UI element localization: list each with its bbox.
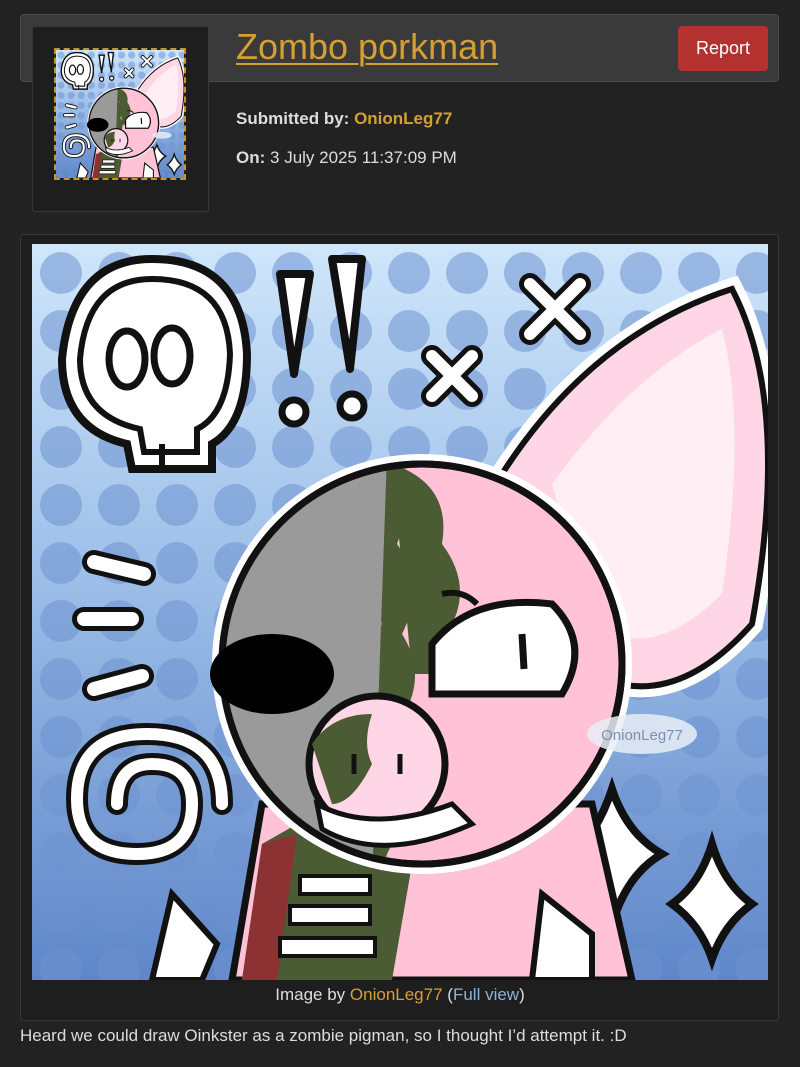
main-image[interactable]: OnionLeg77 <box>32 244 768 980</box>
caption-close-paren: ) <box>519 985 525 1004</box>
full-view-link[interactable]: Full view <box>453 985 519 1004</box>
submitted-by-label: Submitted by: <box>236 109 350 128</box>
thumbnail-image[interactable] <box>54 48 186 180</box>
submission-description: Heard we could draw Oinkster as a zombie… <box>20 1026 627 1045</box>
submission-date: On: 3 July 2025 11:37:09 PM <box>236 148 457 168</box>
date-value: 3 July 2025 11:37:09 PM <box>270 148 457 167</box>
submission-title[interactable]: Zombo porkman <box>236 26 498 68</box>
date-label: On: <box>236 148 266 167</box>
report-button[interactable]: Report <box>678 26 768 71</box>
image-caption: Image by OnionLeg77 (Full view) <box>0 985 800 1005</box>
submitted-by: Submitted by: OnionLeg77 <box>236 109 452 129</box>
submitter-link[interactable]: OnionLeg77 <box>354 109 452 128</box>
watermark-text: OnionLeg77 <box>601 727 683 744</box>
caption-artist-link[interactable]: OnionLeg77 <box>350 985 443 1004</box>
caption-prefix: Image by <box>275 985 346 1004</box>
